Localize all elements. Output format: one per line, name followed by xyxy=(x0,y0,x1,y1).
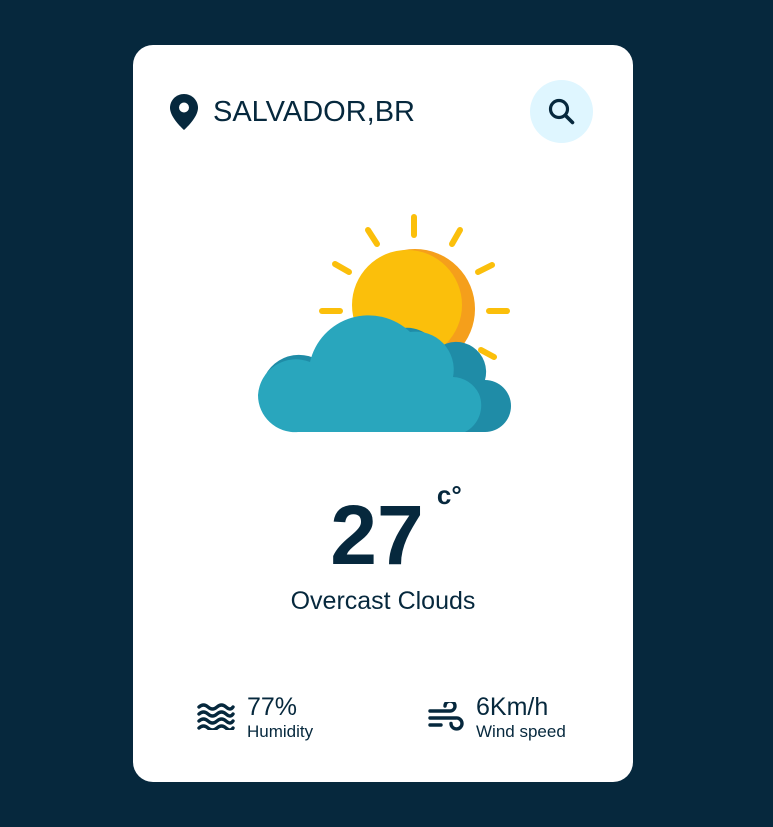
wind-speed-label: Wind speed xyxy=(476,722,566,741)
temperature-value: 27 c° xyxy=(330,480,461,582)
temperature-number: 27 xyxy=(330,488,424,582)
search-box xyxy=(170,80,593,143)
wind-icon xyxy=(428,699,464,737)
weather-condition-image xyxy=(253,210,513,440)
temperature-display: 27 c° xyxy=(133,480,633,582)
location-pin-icon xyxy=(170,94,198,130)
temperature-unit: c° xyxy=(436,480,462,510)
humidity-value: 77% xyxy=(247,693,298,721)
location-search-input[interactable] xyxy=(213,92,513,132)
weather-description: Overcast Clouds xyxy=(290,587,476,615)
search-icon xyxy=(548,98,575,125)
search-button[interactable] xyxy=(530,80,593,143)
weather-card: 27 c° Overcast Clouds 77% Humidity xyxy=(133,45,633,782)
humidity-label: Humidity xyxy=(247,722,314,741)
wind-speed-value: 6Km/h xyxy=(476,693,549,721)
waves-icon xyxy=(197,702,235,735)
sun-behind-cloud-icon xyxy=(257,214,511,433)
